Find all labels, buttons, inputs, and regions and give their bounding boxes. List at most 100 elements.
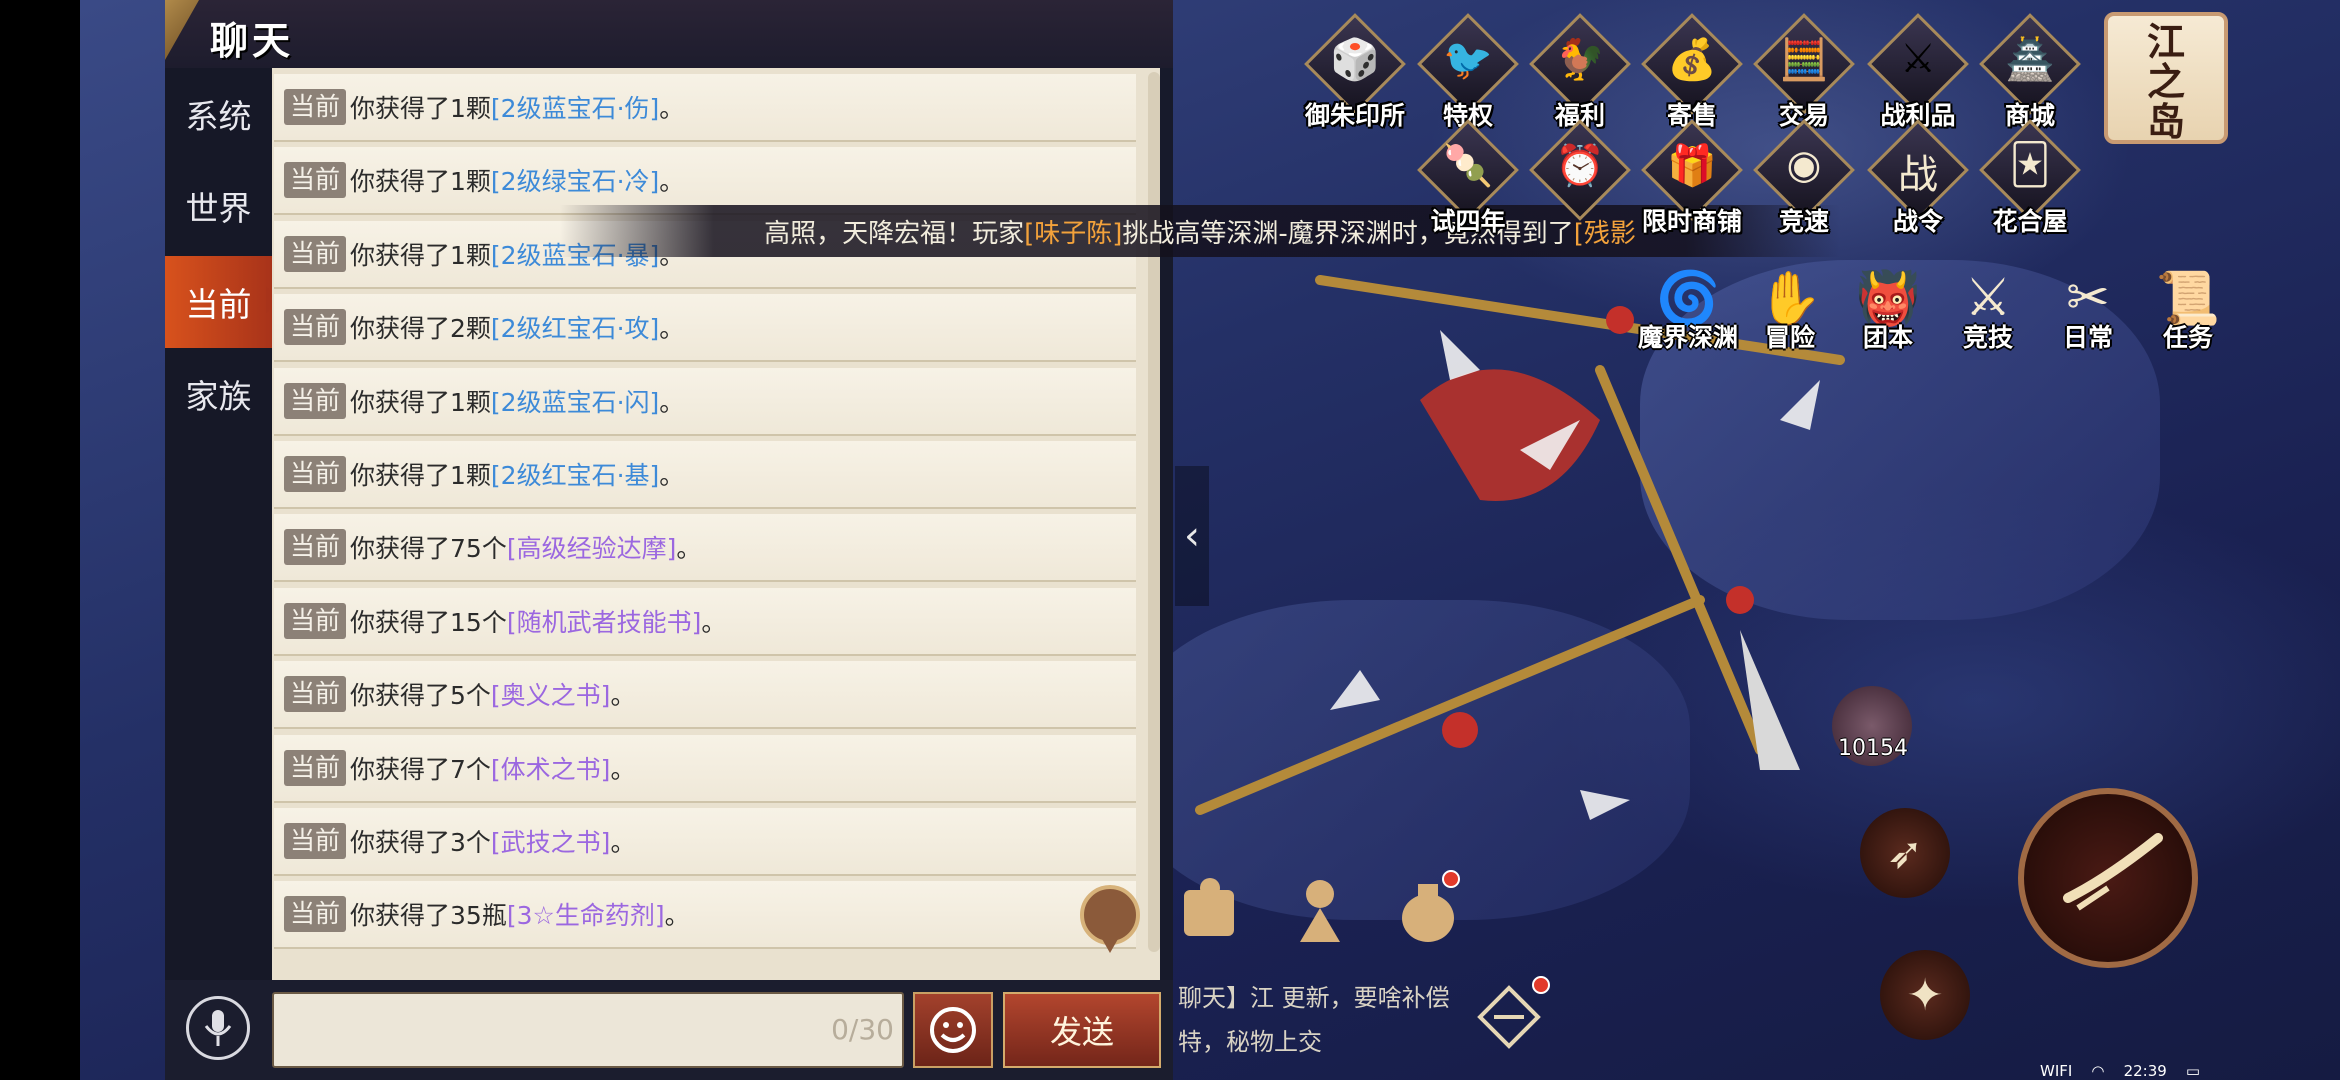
top-menu-button[interactable]: 🃏 花合屋 [1979, 119, 2081, 236]
chat-message-row[interactable]: 当前 你获得了35瓶 [3☆生命药剂]。 [274, 881, 1136, 950]
chat-message-row[interactable]: 当前 你获得了15个 [随机武者技能书]。 [274, 587, 1136, 656]
diamond-menu-button[interactable] [1474, 982, 1544, 1052]
channel-badge: 当前 [284, 89, 347, 125]
broadcast-player-name[interactable]: [味子陈] [1024, 213, 1122, 250]
chat-message-row[interactable]: 当前 你获得了5个 [奥义之书]。 [274, 661, 1136, 730]
channel-badge: 当前 [284, 235, 347, 272]
puzzle-slot[interactable] [1170, 870, 1250, 950]
message-text: 你获得了1颗 [350, 240, 491, 270]
message-suffix: 。 [676, 534, 702, 564]
chat-bubble-icon[interactable] [1078, 885, 1142, 955]
message-suffix: 。 [701, 607, 727, 637]
message-text: 你获得了5个 [350, 681, 491, 711]
chat-message-row[interactable]: 当前 你获得了7个 [体术之书]。 [274, 734, 1136, 803]
chat-text-input[interactable]: 0/30 [272, 992, 904, 1068]
chat-tabs: 系统 世界 当前 家族 [165, 68, 278, 1080]
tab-family[interactable]: 家族 [165, 348, 272, 440]
menu-glyph-icon: ⚔ [1900, 36, 1936, 82]
mode-button[interactable]: ✂ 日常 [2040, 268, 2136, 358]
channel-badge: 当前 [284, 676, 347, 713]
device-status-bar: WIFI ◠ 22:39 ▭ [2040, 1062, 2200, 1080]
message-suffix: 。 [659, 387, 685, 417]
chat-message-row[interactable]: 当前 你获得了1颗 [2级红宝石·基]。 [274, 441, 1136, 509]
voice-mic-button[interactable] [186, 996, 250, 1060]
top-menu-button[interactable]: ◉ 竞速 [1753, 119, 1855, 236]
island-label: 江之岛 [2146, 19, 2185, 144]
top-menu-button[interactable]: 🍡 试四年 [1417, 119, 1519, 236]
channel-badge: 当前 [284, 529, 347, 566]
top-menu-button[interactable]: 战战令 [1867, 119, 1969, 236]
item-link[interactable]: [高级经验达摩] [507, 529, 677, 565]
tab-system[interactable]: 系统 [165, 68, 272, 160]
message-scrollbar[interactable] [1148, 72, 1160, 952]
top-menu-button[interactable]: 🏯 商城 [1979, 13, 2081, 130]
item-link[interactable]: [体术之书] [491, 750, 611, 786]
item-link[interactable]: [2级蓝宝石·闪] [491, 383, 659, 419]
collapse-chat-arrow-icon[interactable]: ‹ [1175, 466, 1209, 606]
emoji-button[interactable] [913, 992, 993, 1068]
channel-badge: 当前 [284, 749, 347, 786]
notification-dot [1442, 870, 1460, 888]
top-menu-button[interactable]: 🎲 御朱印所 [1304, 13, 1406, 130]
send-button[interactable]: 发送 [1003, 992, 1161, 1068]
item-link[interactable]: [武技之书] [491, 823, 611, 859]
message-text: 你获得了15个 [350, 607, 507, 637]
message-suffix: 。 [659, 94, 685, 123]
chat-message-row[interactable]: 当前 你获得了1颗 [2级蓝宝石·伤]。 [274, 74, 1136, 142]
item-link[interactable]: [2级绿宝石·冷] [491, 162, 659, 198]
message-text: 你获得了1颗 [350, 167, 491, 197]
puzzle-piece-icon [1184, 878, 1234, 936]
top-menu-button[interactable]: 💰 寄售 [1641, 13, 1743, 130]
menu-label: 战令 [1892, 207, 1943, 236]
menu-glyph-icon: 🎲 [1330, 37, 1380, 83]
item-link[interactable]: [随机武者技能书] [507, 603, 702, 639]
chat-message-row[interactable]: 当前 你获得了1颗 [2级蓝宝石·闪]。 [274, 367, 1136, 436]
item-link[interactable]: [奥义之书] [491, 676, 611, 712]
doll-slot[interactable] [1280, 870, 1360, 950]
mode-button[interactable]: 👹 团本 [1840, 268, 1936, 358]
mini-chat-line-2[interactable]: 特，秘物上交 [1178, 1022, 1322, 1057]
mode-button[interactable]: ⚔ 竞技 [1940, 268, 2036, 358]
chat-message-row[interactable]: 当前 你获得了2颗 [2级红宝石·攻]。 [274, 294, 1136, 363]
chat-title: 聊天 [210, 18, 295, 63]
main-attack-button[interactable] [2018, 788, 2198, 968]
mini-chat-line-1[interactable]: 聊天】江 更新，要啥补偿 [1178, 978, 1450, 1013]
item-link[interactable]: [2级蓝宝石·伤] [491, 89, 659, 125]
top-menu-button[interactable]: ⏰ [1529, 119, 1631, 228]
tab-world[interactable]: 世界 [165, 160, 272, 252]
top-menu-button[interactable]: 🧮 交易 [1753, 13, 1855, 130]
menu-label: 试四年 [1430, 207, 1506, 236]
enoshima-button[interactable]: 江之岛 [2104, 12, 2228, 144]
potion-count: 10154 [1838, 736, 1908, 761]
item-link[interactable]: [2级红宝石·基] [491, 456, 659, 492]
wing-skill-button[interactable]: ➶ [1860, 808, 1950, 898]
mode-button[interactable]: ✋ 冒险 [1742, 268, 1838, 358]
top-menu-button[interactable]: ⚔ 战利品 [1867, 13, 1969, 130]
menu-glyph-icon: 🃏 [2009, 142, 2051, 188]
message-suffix: 。 [664, 901, 690, 931]
broadcast-text-pre: 高照，天降宏福！玩家 [764, 218, 1025, 249]
channel-badge: 当前 [284, 162, 347, 199]
menu-glyph-icon: 🏯 [2005, 37, 2055, 83]
top-menu-button[interactable]: 🐦 特权 [1417, 13, 1519, 130]
menu-glyph-icon: 🎁 [1667, 143, 1717, 189]
message-text: 你获得了3个 [350, 828, 491, 857]
mode-button[interactable]: 📜 任务 [2140, 268, 2236, 358]
chat-message-row[interactable]: 当前 你获得了3个 [武技之书]。 [274, 808, 1136, 876]
tab-current[interactable]: 当前 [165, 256, 278, 348]
item-link[interactable]: [2级红宝石·攻] [491, 309, 659, 345]
top-menu-button[interactable]: 🐓 福利 [1529, 13, 1631, 130]
dodge-skill-button[interactable]: ✦ [1880, 950, 1970, 1040]
top-menu-button[interactable]: 🎁 限时商铺 [1641, 119, 1743, 236]
clock-time: 22:39 [2123, 1062, 2167, 1080]
item-link[interactable]: [3☆生命药剂] [507, 896, 665, 932]
mode-button[interactable]: 🌀 魔界深渊 [1638, 268, 1738, 358]
channel-badge: 当前 [284, 602, 347, 639]
channel-badge: 当前 [284, 382, 347, 419]
wing-icon: ➶ [1886, 827, 1924, 879]
channel-badge: 当前 [284, 823, 347, 859]
menu-glyph-icon: 🐓 [1555, 37, 1605, 83]
channel-badge: 当前 [284, 456, 347, 492]
chat-message-row[interactable]: 当前 你获得了75个 [高级经验达摩]。 [274, 514, 1136, 583]
menu-label: 花合屋 [1992, 207, 2068, 236]
